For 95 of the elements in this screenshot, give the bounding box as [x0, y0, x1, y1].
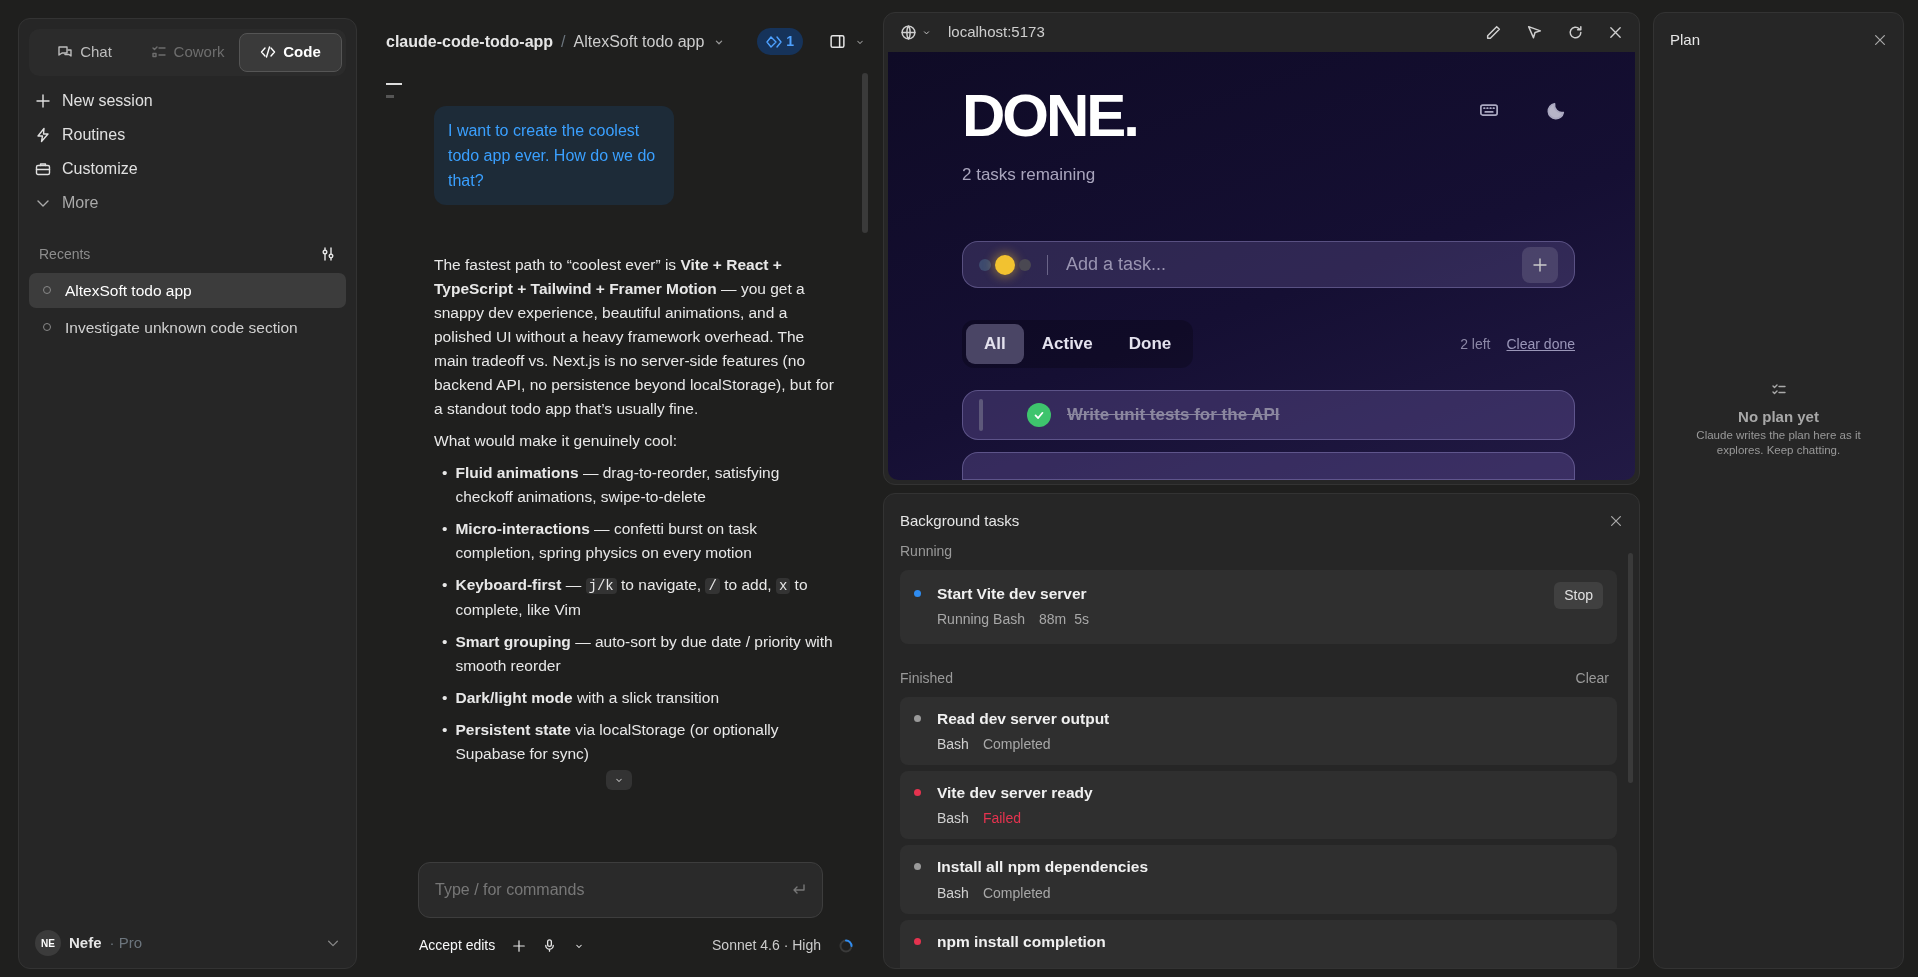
recent-session[interactable]: AltexSoft todo app	[29, 272, 346, 308]
bullet-marker: •	[442, 632, 448, 652]
breadcrumb-separator: /	[561, 31, 566, 52]
plus-icon[interactable]	[512, 938, 527, 953]
mode-tab[interactable]: Chat	[33, 33, 136, 72]
bullet-marker: •	[442, 688, 448, 708]
diff-badge[interactable]: 1	[757, 28, 803, 55]
task-row[interactable]: Vite dev server ready Bash Failed	[900, 771, 1617, 840]
bullet-point: Smart grouping — auto-sort by due date / priority with smooth reorder	[455, 632, 834, 676]
panel-title: Background tasks	[900, 511, 1020, 531]
task-title: Read dev server output	[937, 708, 1111, 729]
model-selector[interactable]: Sonnet 4.6 · High	[711, 934, 822, 957]
user-avatar: NE	[35, 930, 61, 956]
globe-icon[interactable]	[900, 23, 917, 41]
nav-item[interactable]: Customize	[29, 151, 346, 186]
status-text: Completed	[982, 735, 1051, 754]
elapsed-time: 88m	[1038, 609, 1067, 629]
cursor-icon[interactable]	[1526, 23, 1543, 41]
close-icon[interactable]	[1873, 33, 1887, 48]
add-button[interactable]	[1522, 246, 1558, 283]
panel-icon[interactable]	[829, 33, 846, 50]
response-paragraph: What would make it genuinely cool:	[434, 431, 678, 451]
session-title[interactable]: AltexSoft todo app	[573, 29, 705, 54]
task-row[interactable]: npm install completion	[900, 919, 1617, 968]
task-input[interactable]: Add a task...	[1064, 250, 1506, 280]
filter-tab[interactable]: Done	[1110, 324, 1190, 364]
bullet-marker: •	[442, 519, 448, 539]
elapsed-time: 5s	[1074, 609, 1089, 629]
clear-button[interactable]: Clear	[1575, 667, 1609, 689]
tool-label: Bash	[937, 809, 969, 829]
clear-done-link[interactable]: Clear done	[1506, 333, 1575, 355]
status-text: Completed	[982, 883, 1051, 903]
lightning-icon	[35, 126, 51, 143]
section-title: Recents	[39, 244, 91, 264]
bullet-point: Micro-interactions — confetti burst on task completion, spring physics on every motion	[455, 519, 758, 563]
task-row[interactable]: Install all npm dependencies Bash Completed	[900, 845, 1617, 914]
task-title: Vite dev server ready	[937, 783, 1094, 803]
filter-tab[interactable]: Active	[1023, 324, 1111, 364]
bullet-marker: •	[442, 575, 448, 595]
task-title: Start Vite dev server	[937, 583, 1088, 604]
bullet-marker: •	[442, 463, 448, 483]
plus-icon	[35, 92, 51, 109]
pencil-icon[interactable]	[1485, 23, 1502, 41]
stop-button[interactable]: Stop	[1554, 581, 1603, 609]
message-input[interactable]: Type / for commands	[418, 862, 823, 918]
code-icon	[260, 44, 277, 61]
scrollbar-thumb[interactable]	[862, 73, 868, 233]
tool-label: Bash	[937, 883, 969, 903]
bullet-point: Persistent state via localStorage (or optionally Supabase for sync)	[455, 720, 780, 764]
sliders-icon[interactable]	[320, 246, 336, 262]
status-text: Failed	[982, 809, 1022, 829]
user-message: I want to create the coolest todo app ever. How do we do that?	[434, 106, 674, 205]
empty-title: No plan yet	[1738, 406, 1819, 427]
section-title: Running	[900, 541, 954, 561]
drag-handle[interactable]	[979, 398, 983, 431]
close-icon[interactable]	[1608, 24, 1623, 40]
add-task-bar[interactable]: Add a task...	[962, 241, 1575, 289]
bullet-marker: •	[442, 720, 448, 740]
bullet-point: Dark/light mode with a slick transition	[455, 688, 720, 708]
spinner-icon	[838, 937, 854, 954]
section-title: Finished	[900, 668, 953, 688]
bullet-point: Keyboard-first — j/k to navigate, / to add, x to complete, like Vim	[455, 575, 809, 620]
check-circle[interactable]	[1027, 402, 1051, 427]
response-paragraph: The fastest path to “coolest ever” is Vite + React + TypeScript + Tailwind + Framer Motion — you get a snappy dev experience, beautiful animations, and a polished UI without a heavy framework overhead. The main tradeoff vs. Next.js is no server-side features (no backend API, no persistence beyond localStorage), but for a standout todo app that’s usually fine.	[434, 255, 834, 419]
mode-selector[interactable]: Accept edits	[418, 934, 497, 957]
task-title: Install all npm dependencies	[937, 857, 1150, 878]
priority-dot[interactable]	[995, 254, 1015, 275]
tasks-left-count: 2 left	[1460, 334, 1491, 354]
panel-title: Plan	[1670, 30, 1701, 50]
task-title: npm install completion	[937, 931, 1107, 952]
nav-item[interactable]: Routines	[29, 117, 346, 152]
recent-session[interactable]: Investigate unknown code section	[29, 309, 346, 345]
bullet-point: Fluid animations — drag-to-reorder, satisfying checkoff animations, swipe-to-delete	[455, 463, 781, 507]
tool-label: Bash	[937, 735, 969, 754]
nav-item[interactable]: New session	[29, 83, 346, 118]
project-name[interactable]: claude-code-todo-app	[386, 29, 554, 54]
plus-icon	[1532, 256, 1548, 273]
close-icon[interactable]	[1609, 514, 1623, 529]
tool-label: Running Bash	[937, 609, 1025, 629]
priority-dot[interactable]	[979, 258, 991, 271]
task-count: 2 tasks remaining	[962, 163, 1097, 186]
task-row[interactable]: Read dev server output Bash Completed	[900, 696, 1617, 765]
mode-tab[interactable]: Code	[239, 33, 342, 72]
nav-item[interactable]: More	[29, 185, 346, 220]
priority-dot[interactable]	[1019, 258, 1031, 271]
reload-icon[interactable]	[1567, 23, 1584, 41]
url-field[interactable]: localhost:5173	[948, 21, 1045, 44]
filter-tab[interactable]: All	[966, 324, 1024, 364]
task-text: Write unit tests for the API	[1067, 404, 1280, 427]
app-title: DONE.	[962, 85, 1138, 146]
task-row[interactable]: Start Vite dev server Running Bash 88m 5s Stop	[900, 569, 1617, 644]
plan-label: · Pro	[109, 932, 143, 953]
user-name: Nefe	[69, 932, 102, 953]
empty-description: Claude writes the plan here as it explores. Keep chatting.	[1695, 428, 1862, 458]
briefcase-icon	[35, 160, 51, 177]
